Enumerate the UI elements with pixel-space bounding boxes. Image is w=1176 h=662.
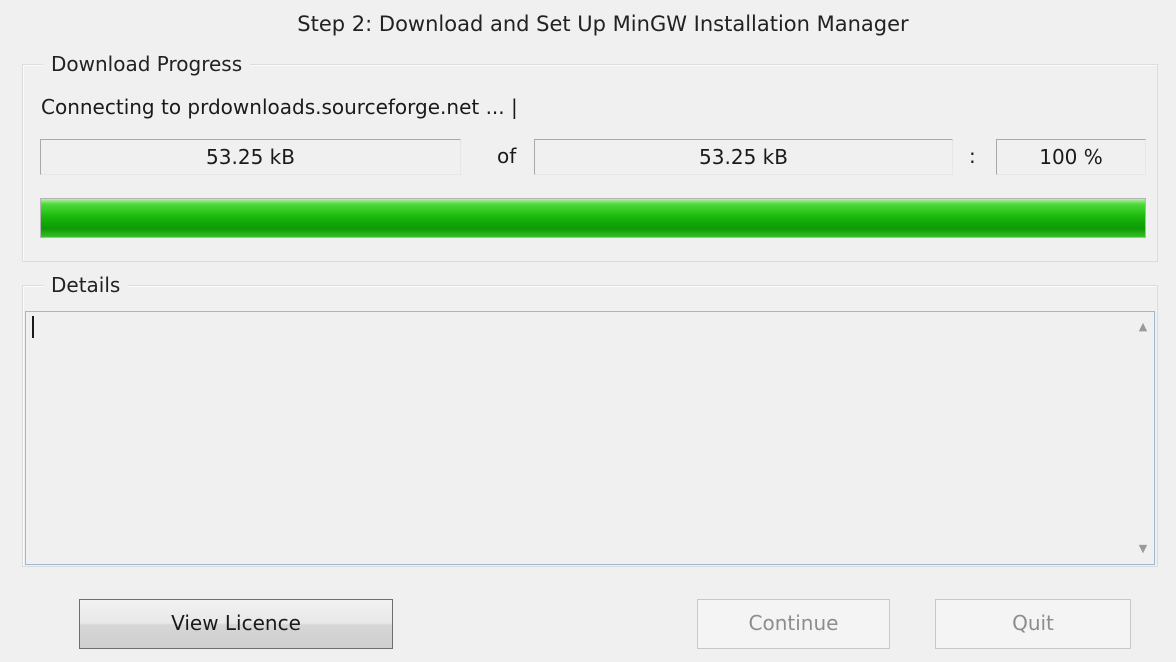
downloaded-size-field: 53.25 kB (40, 139, 461, 175)
download-progress-bar (40, 198, 1146, 238)
details-scrollbar[interactable]: ▲ ▼ (1132, 312, 1154, 564)
installer-window: Step 2: Download and Set Up MinGW Instal… (0, 0, 1176, 662)
details-log-textarea[interactable]: ▲ ▼ (25, 311, 1155, 565)
percent-field: 100 % (996, 139, 1146, 175)
download-progress-legend: Download Progress (43, 50, 251, 78)
text-cursor (32, 316, 34, 338)
continue-button[interactable]: Continue (697, 599, 890, 649)
scroll-down-arrow-icon[interactable]: ▼ (1132, 538, 1154, 560)
details-legend: Details (43, 271, 129, 299)
scroll-up-arrow-icon[interactable]: ▲ (1132, 316, 1154, 338)
download-progress-group: Download Progress Connecting to prdownlo… (22, 50, 1158, 262)
download-progress-fill (41, 199, 1145, 237)
view-licence-button[interactable]: View Licence (79, 599, 393, 649)
of-label: of (497, 144, 517, 168)
step-title: Step 2: Download and Set Up MinGW Instal… (297, 12, 909, 36)
total-size-field: 53.25 kB (534, 139, 953, 175)
colon-label: : (969, 144, 976, 168)
quit-button[interactable]: Quit (935, 599, 1131, 649)
details-group: Details ▲ ▼ (22, 271, 1158, 567)
connection-status-text: Connecting to prdownloads.sourceforge.ne… (41, 95, 518, 119)
